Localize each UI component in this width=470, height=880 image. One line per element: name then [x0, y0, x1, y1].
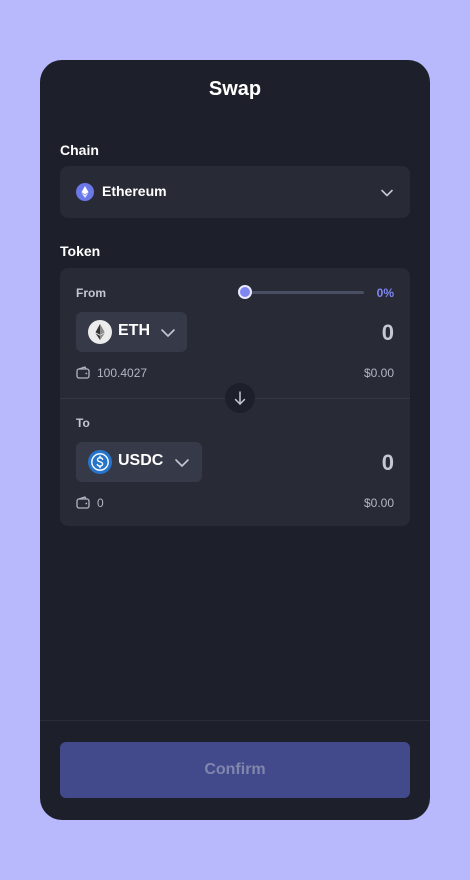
swap-direction-button[interactable]	[225, 383, 255, 413]
to-token-symbol: USDC	[118, 452, 164, 469]
chevron-down-icon	[381, 189, 393, 197]
from-token-select[interactable]: ETH	[76, 312, 187, 352]
footer-divider	[40, 720, 430, 721]
wallet-icon	[76, 366, 90, 379]
token-card: From 0% ETH 1	[60, 268, 410, 526]
from-usd-value: $0.00	[363, 366, 394, 380]
chain-name: Ethereum	[102, 183, 167, 199]
ethereum-icon	[76, 183, 94, 201]
to-amount-input[interactable]	[234, 448, 394, 478]
chain-label: Chain	[60, 142, 99, 158]
chain-select[interactable]: Ethereum	[60, 166, 410, 218]
to-usd-value: $0.00	[363, 496, 394, 510]
page-title: Swap	[208, 78, 262, 100]
wallet-icon	[76, 496, 90, 509]
to-token-select[interactable]: USDC	[76, 442, 202, 482]
slider-percent: 0%	[376, 286, 394, 300]
from-balance-value: 100.4027	[97, 366, 148, 380]
arrow-down-icon	[234, 391, 246, 405]
slider-track	[244, 291, 364, 294]
confirm-button[interactable]: Confirm	[60, 742, 410, 798]
from-label: From	[76, 286, 106, 300]
to-label: To	[76, 416, 90, 430]
swap-panel: Swap Chain Ethereum Token From 0% ETH 0 …	[40, 60, 430, 820]
to-balance-value: 0	[97, 496, 104, 510]
eth-token-icon	[88, 320, 112, 344]
usdc-token-icon	[88, 450, 112, 474]
chevron-down-icon	[161, 329, 175, 337]
slider-thumb[interactable]	[238, 285, 252, 299]
token-label: Token	[60, 243, 101, 259]
from-amount-input[interactable]	[234, 318, 394, 348]
from-token-symbol: ETH	[118, 322, 150, 339]
amount-slider[interactable]	[238, 285, 364, 299]
chevron-down-icon	[175, 459, 189, 467]
